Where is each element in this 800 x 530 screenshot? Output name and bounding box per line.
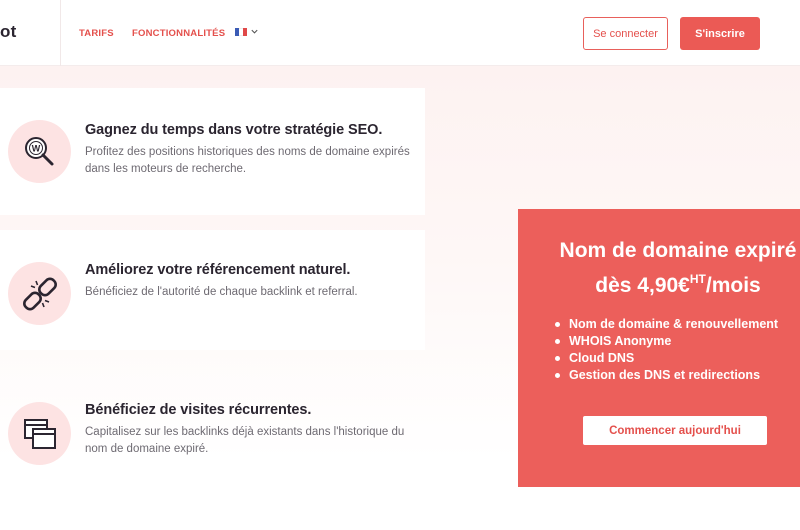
bullet-icon [555,322,560,327]
bullet-icon [555,339,560,344]
feature-text: Profitez des positions historiques des n… [85,146,410,175]
price-suffix: /mois [705,274,761,297]
list-item: WHOIS Anonyme [555,333,778,350]
page: ot TARIFS FONCTIONNALITÉS Se connecter S… [0,0,800,530]
nav-features-link[interactable]: FONCTIONNALITÉS [132,28,225,39]
browser-windows-icon [8,402,71,465]
feature-card-referencing: Améliorez votre référencement naturel. B… [0,230,425,350]
promo-title: Nom de domaine expiré dès 4,90€HT/mois [518,236,800,300]
header-divider [60,0,61,66]
language-selector[interactable] [235,27,259,36]
feature-card-visits: Bénéficiez de visites récurrentes. Capit… [0,370,425,490]
bullet-icon [555,373,560,378]
promo-title-line: Nom de domaine expiré [559,239,797,262]
start-today-button[interactable]: Commencer aujourd'hui [583,416,767,445]
pricing-promo-box: Nom de domaine expiré dès 4,90€HT/mois N… [518,209,800,487]
list-item: Cloud DNS [555,350,778,367]
seo-icon-letter: W [31,143,40,153]
price-tax-label: HT [689,272,706,286]
french-flag-icon [235,27,247,36]
feature-card-seo: W Gagnez du temps dans votre stratégie S… [0,88,425,215]
promo-price: dès 4,90€HT/mois [518,265,800,300]
price-prefix: dès 4,90€ [595,274,690,297]
feature-text: Capitalisez sur les backlinks déjà exist… [85,426,405,455]
feature-title: Améliorez votre référencement naturel. [85,262,351,278]
promo-feature-list: Nom de domaine & renouvellement WHOIS An… [555,316,778,384]
seo-search-icon: W [8,120,71,183]
nav-tarifs-link[interactable]: TARIFS [79,28,114,39]
list-item: Gestion des DNS et redirections [555,367,778,384]
site-header: ot TARIFS FONCTIONNALITÉS Se connecter S… [0,0,800,66]
feature-title: Bénéficiez de visites récurrentes. [85,402,312,418]
signup-button[interactable]: S'inscrire [680,17,760,50]
bullet-icon [555,356,560,361]
login-button[interactable]: Se connecter [583,17,668,50]
broken-link-icon [8,262,71,325]
chevron-down-icon [251,29,258,34]
feature-text: Bénéficiez de l'autorité de chaque backl… [85,286,358,298]
logo[interactable]: ot [0,22,16,42]
list-item: Nom de domaine & renouvellement [555,316,778,333]
feature-title: Gagnez du temps dans votre stratégie SEO… [85,122,383,138]
